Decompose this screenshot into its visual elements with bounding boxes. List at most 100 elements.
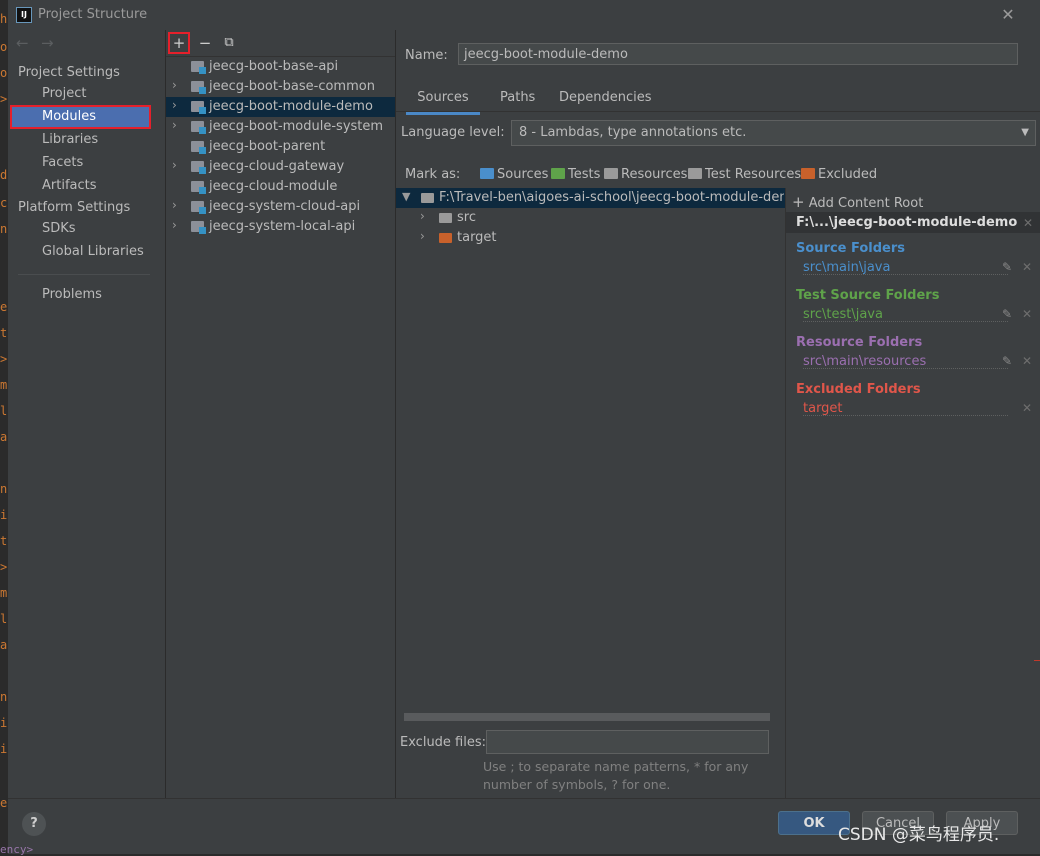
mark-resources-label: Resources: [621, 167, 688, 182]
modules-toolbar: + − ⧉: [166, 30, 395, 57]
background-editor-char: m: [0, 586, 8, 600]
module-row[interactable]: jeecg-cloud-module: [166, 177, 395, 197]
edit-pencil-icon[interactable]: ✎: [1002, 307, 1012, 321]
platform-settings-header: Platform Settings: [18, 200, 131, 215]
background-editor-char: h: [0, 12, 8, 26]
name-label: Name:: [405, 48, 448, 63]
window-title: Project Structure: [38, 7, 148, 22]
remove-folder-icon[interactable]: ✕: [1022, 307, 1032, 321]
edit-pencil-icon[interactable]: ✎: [1002, 260, 1012, 274]
mark-tests-label: Tests: [568, 167, 601, 182]
nav-item-modules[interactable]: Modules: [42, 109, 96, 124]
module-row[interactable]: › jeecg-cloud-gateway: [166, 157, 395, 177]
module-row[interactable]: › jeecg-system-local-api: [166, 217, 395, 237]
mark-sources-button[interactable]: Sources: [480, 167, 548, 182]
nav-item-artifacts[interactable]: Artifacts: [42, 178, 97, 193]
collapsed-chevron-icon: ›: [420, 209, 425, 223]
module-row[interactable]: jeecg-boot-parent: [166, 137, 395, 157]
nav-item-problems[interactable]: Problems: [42, 287, 102, 302]
dropdown-arrow-icon: ▼: [1021, 127, 1029, 138]
collapsed-chevron-icon[interactable]: ›: [172, 118, 177, 132]
exclude-files-input[interactable]: [486, 730, 769, 754]
background-editor-char: >: [0, 92, 8, 106]
add-module-button[interactable]: +: [168, 32, 190, 54]
tab-dependencies[interactable]: Dependencies: [559, 88, 652, 112]
collapsed-chevron-icon[interactable]: ›: [172, 218, 177, 232]
nav-divider: [18, 274, 150, 275]
module-icon: [191, 201, 206, 214]
remove-folder-icon[interactable]: ✕: [1022, 401, 1032, 415]
background-editor-char: t: [0, 326, 8, 340]
module-icon: [191, 101, 206, 114]
test-source-folder-path: src\test\java: [803, 307, 883, 322]
resource-folders-heading: Resource Folders: [796, 335, 923, 350]
remove-module-button[interactable]: −: [194, 32, 216, 54]
collapsed-chevron-icon[interactable]: ›: [172, 98, 177, 112]
tree-label-src: src: [457, 210, 476, 225]
dotted-separator: [803, 415, 1008, 416]
help-button[interactable]: ?: [22, 812, 46, 836]
project-settings-header: Project Settings: [18, 65, 120, 80]
language-level-label: Language level:: [401, 125, 505, 140]
mark-tests-button[interactable]: Tests: [551, 167, 600, 182]
tree-row-target[interactable]: › target: [396, 228, 785, 248]
module-label: jeecg-boot-base-api: [209, 59, 339, 74]
tree-root-path: F:\Travel-ben\aigoes-ai-school\jeecg-boo…: [439, 190, 784, 205]
nav-item-global-libraries[interactable]: Global Libraries: [42, 244, 144, 259]
remove-folder-icon[interactable]: ✕: [1022, 260, 1032, 274]
collapsed-chevron-icon[interactable]: ›: [172, 198, 177, 212]
module-label: jeecg-system-cloud-api: [209, 199, 361, 214]
excluded-folder-icon: [439, 233, 452, 243]
back-arrow-icon[interactable]: ←: [16, 34, 29, 52]
background-editor-char: >: [0, 560, 8, 574]
add-content-root-button[interactable]: + Add Content Root: [792, 193, 923, 211]
module-row[interactable]: jeecg-boot-base-api: [166, 57, 395, 77]
resource-folder-path: src\main\resources: [803, 354, 927, 369]
project-structure-dialog: IJ Project Structure ✕ ← → Project Setti…: [8, 0, 1040, 854]
tree-row-src[interactable]: › src: [396, 208, 785, 228]
mark-resources-button[interactable]: Resources: [604, 167, 687, 182]
tree-root-row[interactable]: ▼ F:\Travel-ben\aigoes-ai-school\jeecg-b…: [396, 188, 785, 208]
background-editor-char: t: [0, 534, 8, 548]
edit-pencil-icon[interactable]: ✎: [1002, 354, 1012, 368]
nav-item-project[interactable]: Project: [42, 86, 86, 101]
expanded-chevron-icon: ▼: [402, 190, 411, 203]
module-row[interactable]: › jeecg-system-cloud-api: [166, 197, 395, 217]
module-row[interactable]: › jeecg-boot-module-demo: [166, 97, 395, 117]
language-level-select[interactable]: 8 - Lambdas, type annotations etc. ▼: [511, 120, 1036, 146]
nav-item-libraries[interactable]: Libraries: [42, 132, 98, 147]
tab-divider: [396, 111, 1040, 112]
excluded-folders-heading: Excluded Folders: [796, 382, 921, 397]
module-icon: [191, 141, 206, 154]
background-editor-strip: h o o > d c n e t > m l a n i t > m l a n i i e: [0, 0, 8, 853]
module-icon: [191, 121, 206, 134]
mark-test-resources-button[interactable]: Test Resources: [688, 167, 801, 182]
exclude-files-hint: Use ; to separate name patterns, * for a…: [483, 758, 783, 794]
mark-excluded-button[interactable]: Excluded: [801, 167, 877, 182]
csdn-watermark: CSDN @菜鸟程序员.: [838, 825, 1000, 845]
collapsed-chevron-icon[interactable]: ›: [172, 78, 177, 92]
module-label: jeecg-cloud-gateway: [209, 159, 345, 174]
remove-folder-icon[interactable]: ✕: [1022, 354, 1032, 368]
nav-item-sdks[interactable]: SDKs: [42, 221, 76, 236]
horizontal-scrollbar[interactable]: [404, 713, 770, 721]
hint-line-2: number of symbols, ? for one.: [483, 777, 671, 792]
close-icon[interactable]: ✕: [996, 4, 1020, 26]
module-row[interactable]: › jeecg-boot-base-common: [166, 77, 395, 97]
background-editor-char: n: [0, 690, 8, 704]
add-content-root-label: Add Content Root: [808, 196, 924, 211]
copy-module-button[interactable]: ⧉: [218, 32, 240, 54]
dotted-separator: [803, 368, 1008, 369]
tab-paths[interactable]: Paths: [500, 88, 535, 112]
background-editor-char: o: [0, 66, 8, 80]
remove-content-root-icon[interactable]: ✕: [1023, 216, 1033, 230]
forward-arrow-icon[interactable]: →: [41, 34, 54, 52]
background-editor-char: >: [0, 352, 8, 366]
nav-item-facets[interactable]: Facets: [42, 155, 83, 170]
module-row[interactable]: › jeecg-boot-module-system: [166, 117, 395, 137]
module-icon: [191, 61, 206, 74]
module-label: jeecg-cloud-module: [209, 179, 338, 194]
module-label: jeecg-boot-parent: [209, 139, 326, 154]
module-name-input[interactable]: jeecg-boot-module-demo: [458, 43, 1018, 65]
collapsed-chevron-icon[interactable]: ›: [172, 158, 177, 172]
